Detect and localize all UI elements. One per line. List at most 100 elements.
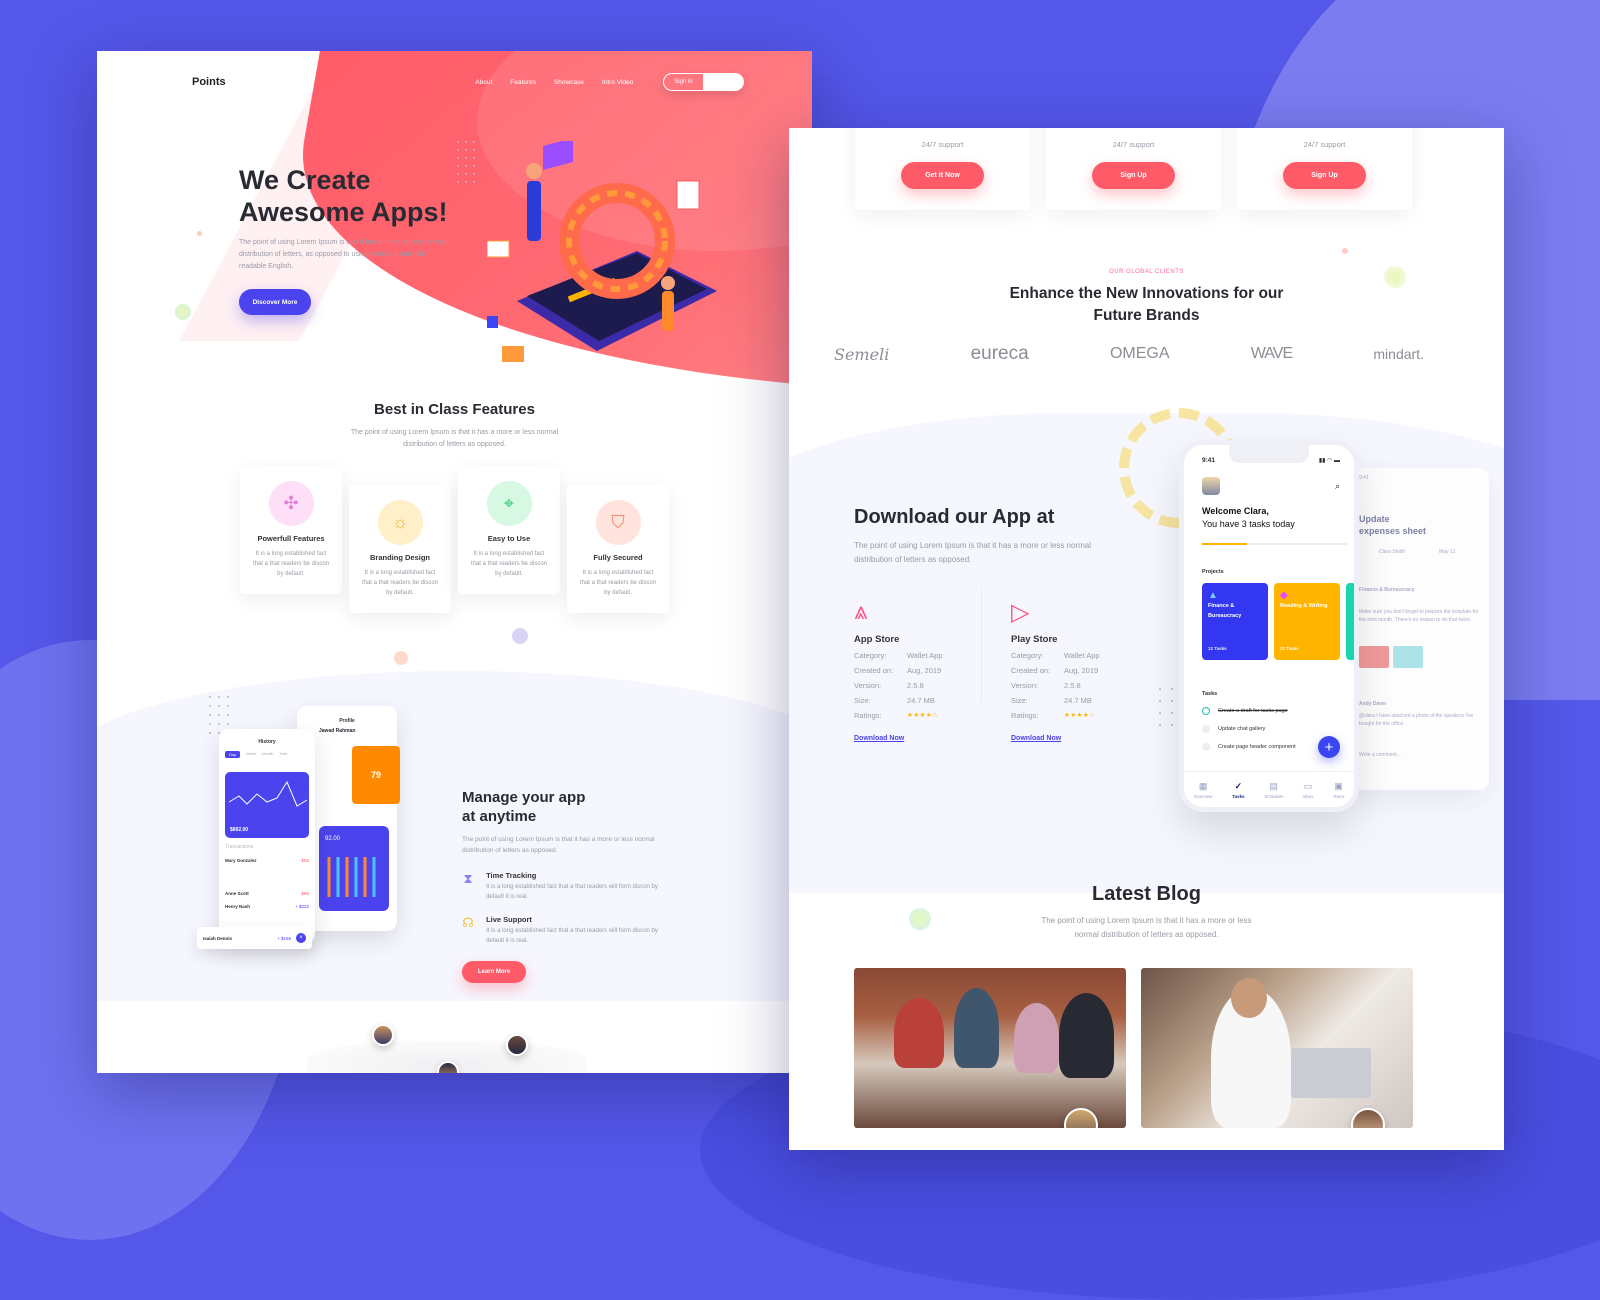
nav-link-about[interactable]: About <box>475 79 492 86</box>
decor-dot <box>175 304 191 320</box>
status-icons: ▮▮ ◠ ▬ <box>1318 458 1340 464</box>
play-store-icon: ▷ <box>1011 599 1030 626</box>
pricing-card: 24/7 support Sign Up <box>1237 128 1412 210</box>
learn-more-button[interactable]: Learn More <box>462 961 526 983</box>
add-task-button[interactable]: + <box>1318 736 1340 758</box>
attachment-image[interactable] <box>1393 646 1423 668</box>
shapes-icon: ▲ <box>1208 590 1218 601</box>
top-nav: Points About Features Showcase Intro Vid… <box>192 73 744 91</box>
sign-up-button[interactable]: Sign Up <box>1283 162 1366 189</box>
transaction-row-highlighted[interactable]: Isaiah Dennis + $155 × <box>197 927 312 949</box>
features-text: The point of using Lorem Ipsum is that i… <box>350 429 559 448</box>
decor-dot <box>197 231 202 236</box>
auth-buttons: Sign in Sign up <box>663 73 744 91</box>
transaction-row[interactable]: Henry Nash + $222 <box>225 904 309 909</box>
features-title: Best in Class Features <box>374 401 535 418</box>
landing-page-left: Points About Features Showcase Intro Vid… <box>97 51 812 1073</box>
client-logo-omega: OMEGA <box>1109 345 1170 362</box>
feature-card[interactable]: ⛉ Fully Secured It is a long established… <box>567 485 669 613</box>
blog-text: The point of using Lorem Ipsum is that i… <box>1041 916 1252 939</box>
sign-up-button[interactable]: Sign up <box>702 74 743 90</box>
manage-title: Manage your app at anytime <box>462 789 586 825</box>
blog-post-image[interactable] <box>854 968 1126 1128</box>
rating-stars: ★★★★☆ <box>907 712 939 719</box>
sign-up-button[interactable]: Sign Up <box>1092 162 1175 189</box>
checkbox-checked <box>1202 707 1210 715</box>
avatar[interactable] <box>1202 477 1220 495</box>
app-store-download-link[interactable]: Download Now <box>854 735 1004 742</box>
discover-more-button[interactable]: Discover More <box>239 289 311 315</box>
blog-title: Latest Blog <box>1092 883 1201 905</box>
checkbox <box>1202 725 1210 733</box>
close-icon[interactable]: × <box>296 933 306 943</box>
section-background <box>97 671 812 1001</box>
check-circle-icon: ✓ <box>1234 780 1243 791</box>
pricing-card: 24/7 support Get it Now <box>855 128 1030 210</box>
task-item[interactable]: Create a draft for tasks page <box>1202 707 1288 715</box>
checkbox <box>1202 743 1210 751</box>
transaction-row[interactable]: Mary Gonzalez - $55 <box>225 858 309 863</box>
nav-links: About Features Showcase Intro Video Sign… <box>475 73 744 91</box>
feature-card[interactable]: ⌖ Easy to Use It is a long established f… <box>458 466 560 594</box>
search-icon[interactable]: ⌕ <box>1335 481 1340 492</box>
shield-icon: ⛉ <box>595 500 641 545</box>
tab-tasks[interactable]: ✓ Tasks <box>1232 781 1244 799</box>
hourglass-icon: ⧗ <box>463 871 473 886</box>
divider <box>981 588 982 703</box>
score-card: 79 <box>352 746 400 804</box>
author-avatar <box>1351 1108 1385 1128</box>
brand-logo[interactable]: Points <box>192 76 226 88</box>
puzzle-icon: ✣ <box>268 481 314 526</box>
tasks-progress-bar <box>1202 543 1347 545</box>
tab-team[interactable]: ▣ Team <box>1333 781 1344 799</box>
tab-schedule[interactable]: ▤ Schedule <box>1264 781 1283 799</box>
task-item[interactable]: Update chat gallery <box>1202 725 1265 733</box>
tab-overview[interactable]: ▦ Overview <box>1194 781 1213 799</box>
transaction-row[interactable]: Anne Scott - $80 <box>225 891 309 896</box>
sign-in-button[interactable]: Sign in <box>664 74 702 90</box>
hero-text: The point of using Lorem Ipsum is that i… <box>239 239 447 270</box>
task-detail-screen: 9:41 Update expenses sheet Clara Smith Ma… <box>1349 468 1489 790</box>
task-item[interactable]: Create page header component <box>1202 743 1296 751</box>
attachment-image[interactable] <box>1359 646 1389 668</box>
client-logo-wave: WAVE <box>1250 345 1293 362</box>
feature-live-support: ☊ Live Support It is a long established f… <box>462 915 658 944</box>
user-avatar <box>372 1024 394 1046</box>
history-tabs: Day Week Month Year <box>225 751 309 758</box>
decor-dot <box>512 628 528 644</box>
download-text: The point of using Lorem Ipsum is that i… <box>854 541 1091 564</box>
overview-icon: ▦ <box>1198 780 1208 791</box>
history-chart: $892.00 <box>225 772 309 838</box>
pricing-card: 24/7 support Sign Up <box>1046 128 1221 210</box>
nav-link-features[interactable]: Features <box>510 79 536 86</box>
nav-link-intro-video[interactable]: Intro Video <box>602 79 633 86</box>
feature-time-tracking: ⧗ Time Tracking It is a long established … <box>463 871 658 900</box>
play-store-download-link[interactable]: Download Now <box>1011 735 1161 742</box>
tasks-phone-mockup: 9:41 ▮▮ ◠ ▬ ⌕ Welcome Clara, You have 3 … <box>1179 440 1359 812</box>
project-card[interactable] <box>1346 583 1354 660</box>
nav-link-showcase[interactable]: Showcase <box>554 79 584 86</box>
hero-illustration <box>487 141 717 362</box>
project-card[interactable]: ◆ Reading & Writing 22 Tasks <box>1274 583 1340 660</box>
feature-card[interactable]: ☼ Branding Design It is a long establish… <box>349 485 451 613</box>
rating-stars: ★★★★☆ <box>1064 712 1096 719</box>
welcome-text: Welcome Clara, You have 3 tasks today <box>1202 506 1295 529</box>
get-it-now-button[interactable]: Get it Now <box>901 162 984 189</box>
client-logo-mindart: mindart. <box>1373 346 1424 362</box>
play-store-info: ▷ Play Store Category: Wallet App Created… <box>1011 598 1161 742</box>
blog-post-image[interactable] <box>1141 968 1413 1128</box>
lightbulb-icon: ☼ <box>377 500 423 545</box>
client-logo-semeli: Semeli <box>834 344 890 364</box>
project-card[interactable]: ▲ Finance & Bureaucracy 12 Tasks <box>1202 583 1268 660</box>
comment-input[interactable]: Write a comment... <box>1359 751 1484 759</box>
clients-kicker: OUR GLOBAL CLIENTS <box>1109 269 1184 275</box>
decor-dot <box>394 651 408 665</box>
tab-inbox[interactable]: ▭ Inbox <box>1303 781 1314 799</box>
decor-dot <box>1342 248 1348 254</box>
compass-icon: ⌖ <box>486 481 532 526</box>
briefcase-icon: ▣ <box>1334 780 1343 791</box>
bottom-tab-bar: ▦ Overview ✓ Tasks ▤ Schedule ▭ Inbox ▣ Team <box>1184 771 1354 807</box>
line-chart <box>228 780 308 807</box>
hero-title: We Create Awesome Apps! <box>239 165 448 227</box>
feature-card[interactable]: ✣ Powerfull Features It is a long establ… <box>240 466 342 594</box>
